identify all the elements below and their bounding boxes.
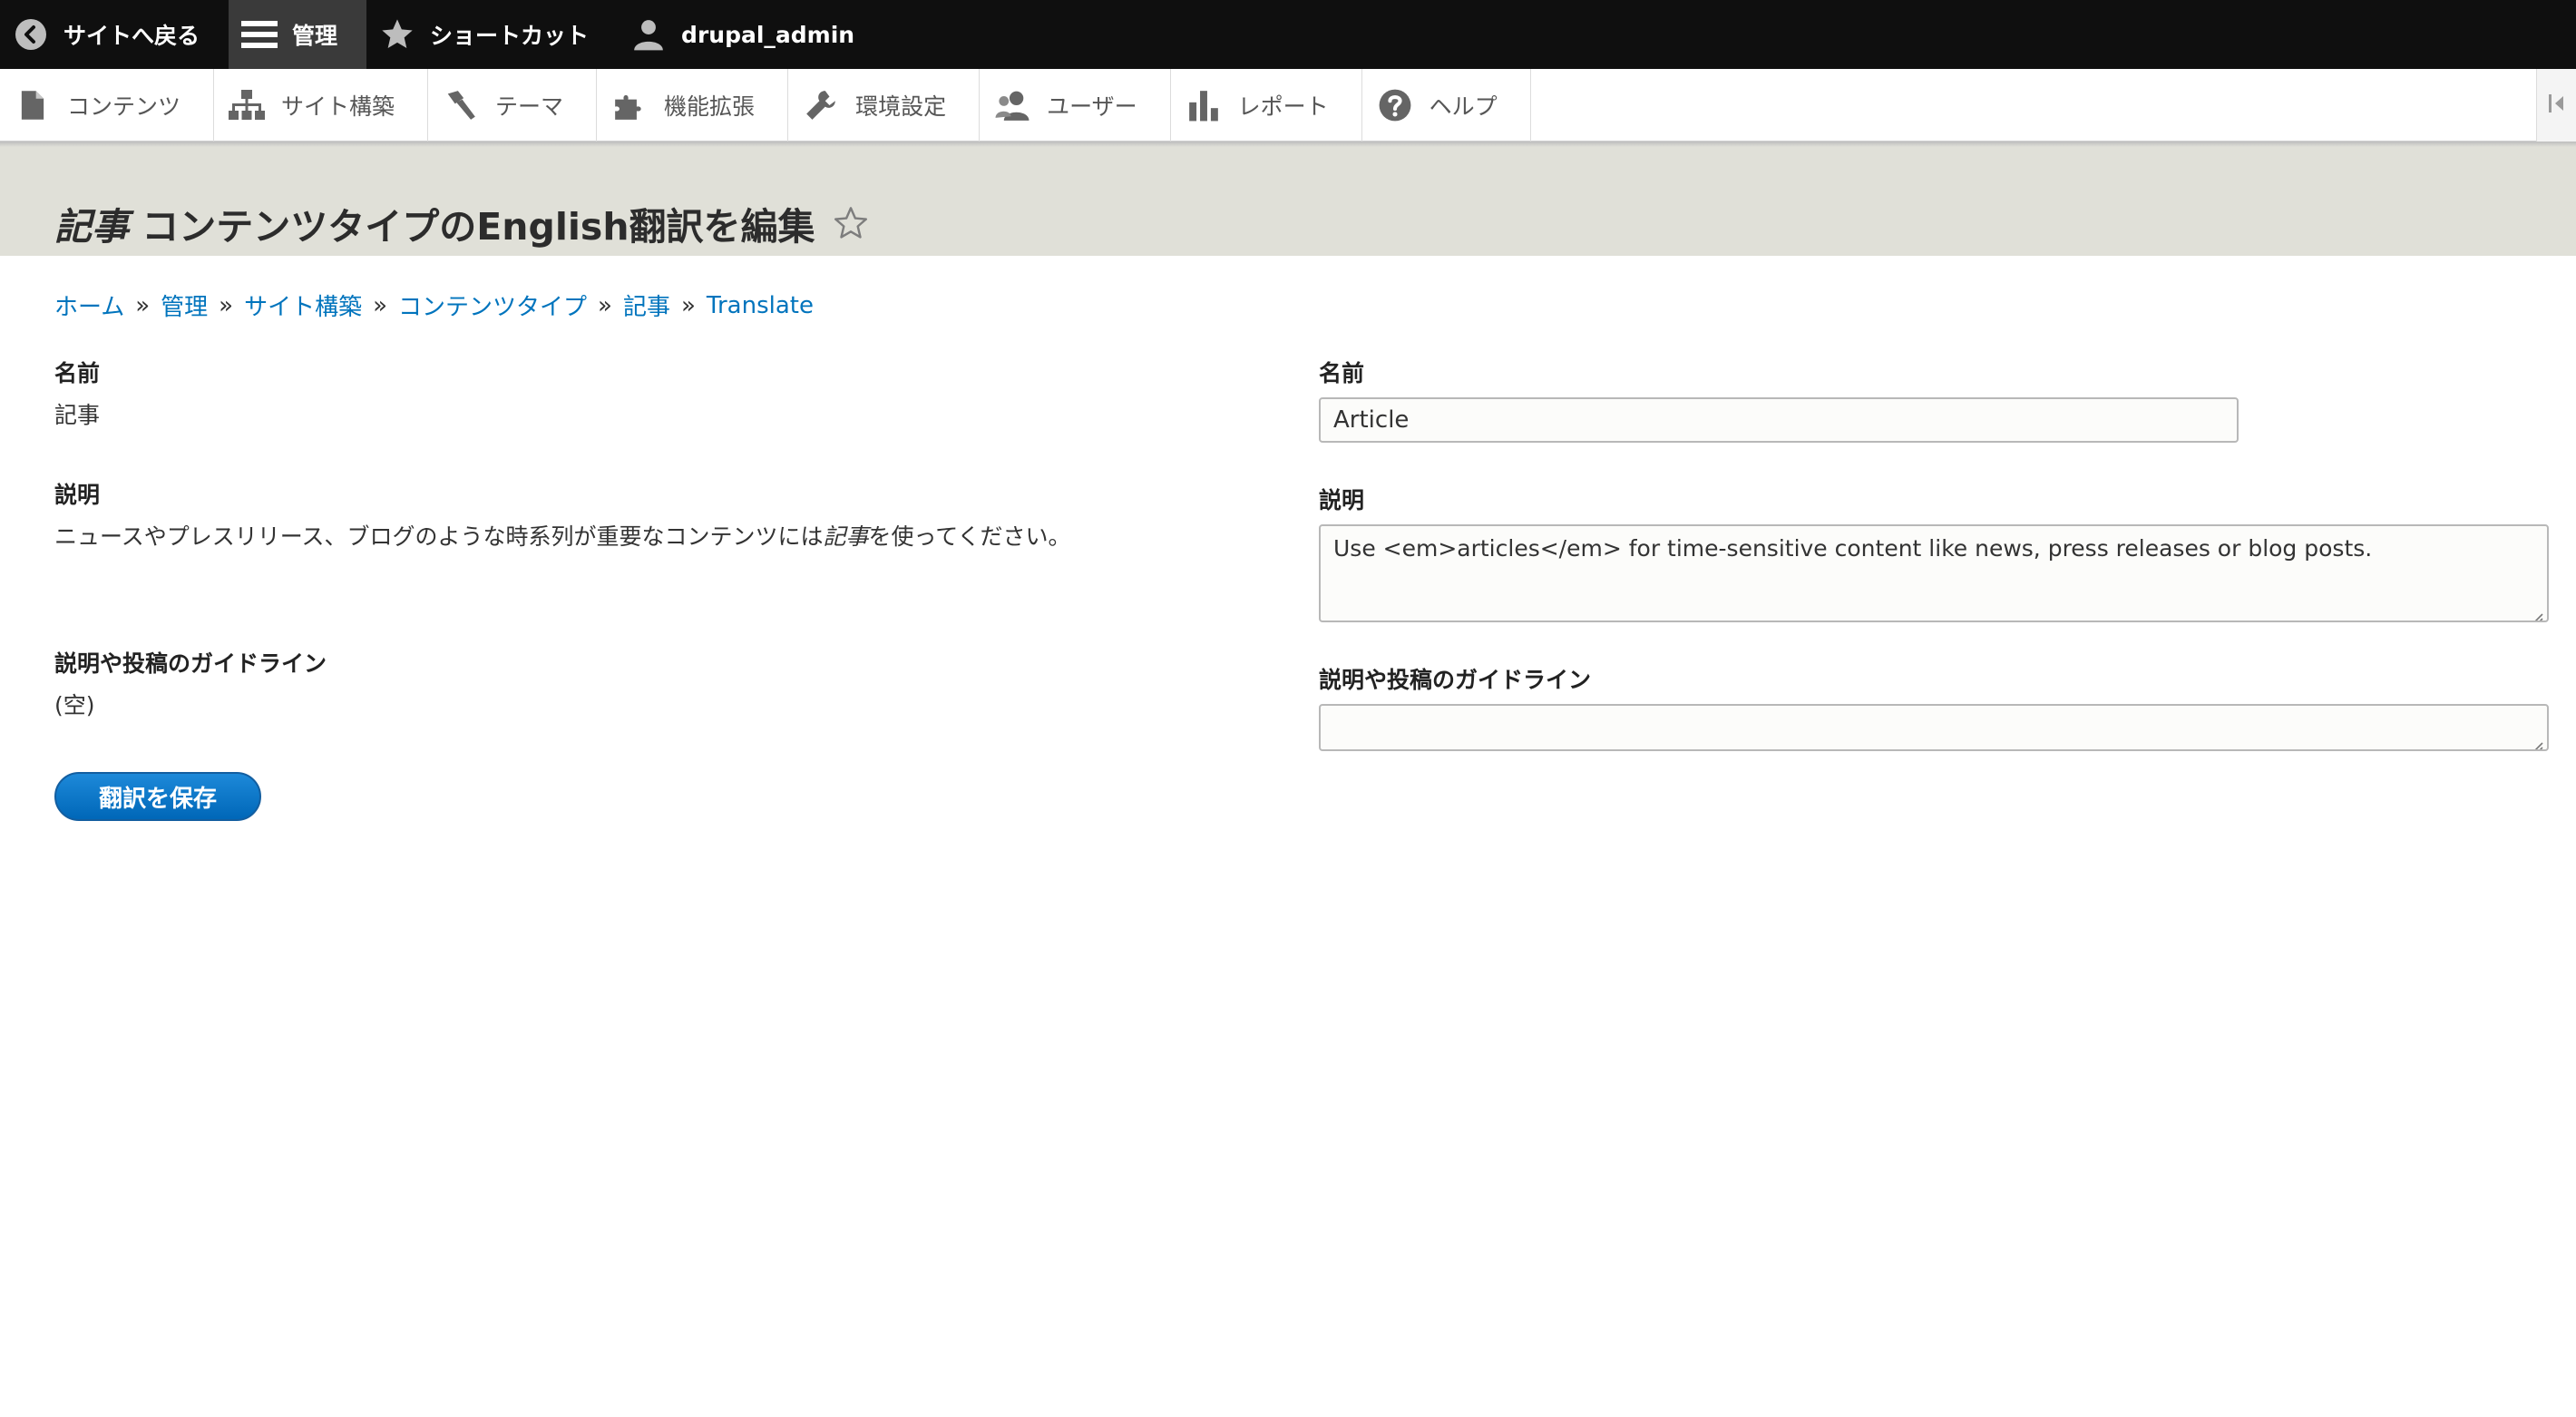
resize-grip-icon[interactable] (2529, 731, 2543, 749)
tray-item-content[interactable]: コンテンツ (0, 69, 215, 142)
tray-label: サイト構築 (281, 93, 395, 120)
resize-grip-icon[interactable] (2529, 602, 2543, 621)
hamburger-icon (241, 16, 278, 53)
tray-label: 機能拡張 (664, 93, 756, 120)
source-guidelines-label: 説明や投稿のガイドライン (54, 650, 327, 677)
admin-menu-tray: コンテンツ サイト構築 テーマ 機能拡張 環境設定 ユーザー レポート ヘルプ (0, 69, 2576, 142)
source-description-field: 説明 ニュースやプレスリリース、ブログのような時系列が重要なコンテンツには記事を… (54, 477, 1252, 552)
tray-item-appearance[interactable]: テーマ (428, 69, 598, 142)
translation-guidelines-field: 説明や投稿のガイドライン (1319, 662, 2549, 751)
source-description-text: ニュースやプレスリリース、ブログのような時系列が重要なコンテンツには (54, 523, 824, 550)
wrench-icon (803, 87, 839, 123)
tray-item-people[interactable]: ユーザー (980, 69, 1171, 142)
breadcrumb-translate[interactable]: Translate (707, 292, 814, 319)
source-description-emphasis: 記事 (823, 523, 869, 550)
translation-guidelines-label: 説明や投稿のガイドライン (1319, 667, 1592, 693)
translation-description-textarea[interactable]: Use <em>articles</em> for time-sensitive… (1319, 524, 2549, 622)
page-title: 記事 コンテンツタイプのEnglish翻訳を編集 (54, 196, 870, 250)
tray-label: テーマ (495, 93, 564, 120)
tray-label: ユーザー (1047, 93, 1137, 120)
user-tab[interactable]: drupal_admin (618, 0, 883, 69)
breadcrumb-separator: » (373, 291, 388, 319)
breadcrumb-admin[interactable]: 管理 (161, 288, 208, 322)
breadcrumb-separator: » (135, 291, 151, 319)
star-outline-icon[interactable] (832, 204, 870, 242)
translation-column: 名前 Article 説明 Use <em>articles</em> for … (1319, 356, 2549, 751)
translation-description-field: 説明 Use <em>articles</em> for time-sensit… (1319, 483, 2549, 622)
shortcuts-label: ショートカット (430, 23, 590, 49)
translation-name-field: 名前 Article (1319, 356, 2549, 443)
source-guidelines-value: (空) (54, 692, 95, 718)
source-description-value: ニュースやプレスリリース、ブログのような時系列が重要なコンテンツには記事を使って… (54, 519, 1252, 552)
chevron-left-circle-icon (13, 16, 49, 53)
tray-item-extend[interactable]: 機能拡張 (597, 69, 789, 142)
admin-toolbar: サイトへ戻る 管理 ショートカット drupal_admin (0, 0, 2576, 69)
breadcrumb-separator: » (219, 291, 234, 319)
manage-label: 管理 (292, 23, 338, 49)
tray-item-help[interactable]: ヘルプ (1362, 69, 1531, 142)
breadcrumb-separator: » (680, 291, 696, 319)
breadcrumb: ホーム » 管理 » サイト構築 » コンテンツタイプ » 記事 » Trans… (54, 288, 814, 322)
tray-label: 環境設定 (855, 93, 947, 120)
tray-label: コンテンツ (67, 93, 181, 120)
source-name-value: 記事 (54, 402, 101, 428)
paint-icon (443, 87, 479, 123)
translation-description-label: 説明 (1319, 487, 1365, 513)
tray-label: ヘルプ (1429, 93, 1498, 120)
bar-chart-icon (1186, 87, 1222, 123)
translation-description-text: Use <em>articles</em> for time-sensitive… (1333, 535, 2373, 562)
breadcrumb-structure[interactable]: サイト構築 (244, 288, 362, 322)
source-description-label: 説明 (54, 482, 101, 508)
tray-orientation-toggle[interactable] (2536, 69, 2576, 142)
page-title-emphasis: 記事 (54, 205, 129, 249)
source-name-label: 名前 (54, 360, 101, 386)
shortcuts-tab[interactable]: ショートカット (366, 0, 618, 69)
help-icon (1377, 87, 1413, 123)
breadcrumb-article[interactable]: 記事 (623, 288, 670, 322)
page-header: 記事 コンテンツタイプのEnglish翻訳を編集 (0, 142, 2576, 256)
people-icon (994, 87, 1030, 123)
puzzle-icon (611, 87, 648, 123)
page-title-text: コンテンツタイプのEnglish翻訳を編集 (129, 205, 815, 249)
tray-label: レポート (1237, 93, 1329, 120)
tray-item-structure[interactable]: サイト構築 (214, 69, 429, 142)
breadcrumb-content-types[interactable]: コンテンツタイプ (398, 288, 587, 322)
source-name-field: 名前 記事 (54, 356, 1252, 430)
star-icon (379, 16, 415, 53)
tray-shadow (0, 142, 2576, 147)
manage-tab[interactable]: 管理 (229, 0, 367, 69)
user-icon (630, 16, 667, 53)
source-column: 名前 記事 説明 ニュースやプレスリリース、ブログのような時系列が重要なコンテン… (54, 356, 1252, 720)
source-description-text-end: を使ってください。 (868, 523, 1071, 550)
user-label: drupal_admin (681, 21, 855, 48)
back-to-site-label: サイトへ戻る (63, 23, 200, 49)
translation-name-label: 名前 (1319, 360, 1365, 386)
translation-guidelines-textarea[interactable] (1319, 704, 2549, 751)
back-to-site-link[interactable]: サイトへ戻る (0, 0, 229, 69)
tray-item-config[interactable]: 環境設定 (788, 69, 981, 142)
source-guidelines-field: 説明や投稿のガイドライン (空) (54, 646, 1252, 720)
collapse-left-icon (2547, 92, 2567, 119)
sitemap-icon (229, 87, 266, 123)
breadcrumb-separator: » (598, 291, 612, 319)
breadcrumb-home[interactable]: ホーム (54, 288, 124, 322)
file-icon (15, 87, 51, 123)
tray-item-reports[interactable]: レポート (1171, 69, 1362, 142)
translation-name-input[interactable]: Article (1319, 397, 2239, 443)
save-translation-button[interactable]: 翻訳を保存 (54, 772, 261, 821)
